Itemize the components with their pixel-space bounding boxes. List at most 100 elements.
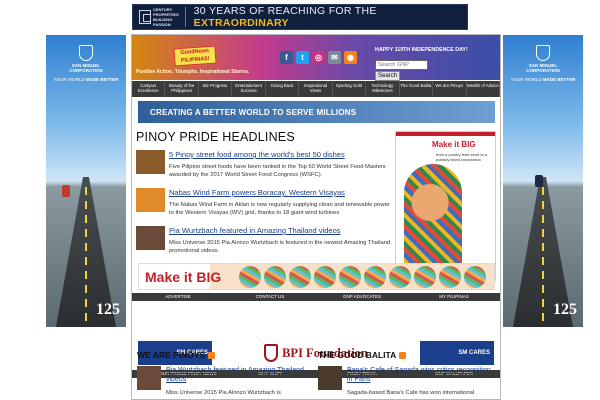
nav-item[interactable]: Campus Excellence bbox=[132, 81, 166, 97]
sm-cares-ad-right[interactable]: SM CARES bbox=[419, 341, 494, 365]
article-thumbnail[interactable] bbox=[136, 188, 165, 212]
we-are-pinoys-title: WE ARE PINOYS bbox=[137, 350, 216, 360]
good-balita-title: THE GOOD BALITA bbox=[318, 350, 407, 360]
mosaic-face-image bbox=[414, 266, 436, 288]
side-ad-left[interactable]: SAN MIGUEL CORPORATION YOUR WORLD MADE B… bbox=[46, 35, 126, 327]
category-nav: Campus Excellence Beauty of the Philippin… bbox=[132, 81, 500, 97]
make-it-big-ad[interactable]: Make it BIG from a poultry feed store to… bbox=[395, 131, 496, 281]
highway-lane-line bbox=[85, 187, 87, 327]
rss-icon[interactable]: ◉ bbox=[344, 51, 357, 64]
anniversary-mark: 125 bbox=[96, 301, 120, 318]
make-it-big-subtitle: from a poultry feed store to a publicly … bbox=[436, 152, 488, 162]
logo-line-2: PILIPINAS! bbox=[180, 55, 210, 64]
footer-link[interactable]: MY PILIPINAS bbox=[408, 293, 500, 301]
goodnews-pilipinas-logo[interactable]: GoodNews PILIPINAS! bbox=[173, 45, 217, 67]
sm-brand-line-2: CORPORATION bbox=[69, 68, 103, 73]
link-bar-top: ADVERTISE CONTACT US GNP ADVOCATES MY PILIP… bbox=[132, 293, 500, 301]
sm-tagline-bold: MADE BETTER bbox=[542, 77, 576, 82]
article-thumbnail[interactable] bbox=[136, 150, 165, 174]
san-miguel-logo: SAN MIGUEL CORPORATION YOUR WORLD MADE B… bbox=[503, 45, 583, 82]
mosaic-face-image bbox=[239, 266, 261, 288]
sm-tagline-prefix: YOUR WORLD bbox=[510, 77, 543, 82]
we-are-pinoys-article-text: Miss Universe 2015 Pia Alonzo Wurtzbach … bbox=[166, 390, 281, 396]
nav-item[interactable]: Beauty of the Philippines bbox=[165, 81, 199, 97]
highway-lane-line bbox=[542, 187, 544, 327]
mosaic-face-image bbox=[364, 266, 386, 288]
century-properties-mark-icon bbox=[139, 10, 151, 24]
independence-message: HAPPY 119TH INDEPENDENCE DAY! bbox=[375, 47, 468, 53]
nav-item[interactable]: Wealth of Advice bbox=[467, 81, 500, 97]
footer-link[interactable]: CONTACT US bbox=[224, 293, 316, 301]
make-it-big-wide-ad[interactable]: Make it BIG bbox=[138, 263, 495, 290]
nav-item[interactable]: We are Pinoys bbox=[433, 81, 467, 97]
rss-icon[interactable] bbox=[208, 352, 216, 360]
banner-message: 30 YEARS OF REACHING FOR THE EXTRAORDINA… bbox=[194, 5, 467, 29]
article-title-link[interactable]: Nabas Wind Farm powers Boracay, Western … bbox=[169, 188, 345, 197]
mosaic-portrait-image bbox=[404, 164, 462, 274]
good-balita-article-link[interactable]: Bana's Cafe of Sagada wins critics recog… bbox=[347, 366, 497, 384]
side-ad-right[interactable]: SAN MIGUEL CORPORATION YOUR WORLD MADE B… bbox=[503, 35, 583, 327]
sm-tagline-bold: MADE BETTER bbox=[85, 77, 119, 82]
instagram-icon[interactable]: ◎ bbox=[312, 51, 325, 64]
nav-item[interactable]: Giving Back bbox=[266, 81, 300, 97]
mosaic-face-image bbox=[289, 266, 311, 288]
article-title-link[interactable]: 5 Pinoy street food among the world's be… bbox=[169, 150, 345, 159]
century-properties-logo: CENTURY PROPERTIES BUILDING PASSION bbox=[139, 7, 186, 27]
headlines-title: PINOY PRIDE HEADLINES bbox=[136, 130, 295, 144]
promo-banner-text: CREATING A BETTER WORLD TO SERVE MILLION… bbox=[150, 107, 357, 117]
article-title-link[interactable]: Pia Wurtzbach featured in Amazing Thaila… bbox=[169, 226, 341, 235]
rss-icon[interactable] bbox=[399, 352, 407, 360]
nav-item[interactable]: Inspirational Views bbox=[299, 81, 333, 97]
sm-tagline: YOUR WORLD MADE BETTER bbox=[503, 77, 583, 82]
ad-accent-bar bbox=[396, 132, 495, 136]
car-image bbox=[535, 175, 543, 187]
good-balita-article-text: Sagada-based Bana's Cafe has won interna… bbox=[347, 390, 475, 396]
brand-line-3: BUILDING PASSION bbox=[152, 17, 173, 27]
make-it-big-title: Make it BIG bbox=[432, 140, 476, 149]
make-it-big-wide-text: Make it BIG bbox=[145, 269, 222, 285]
social-icons: f t ◎ ✉ ◉ bbox=[280, 51, 357, 64]
nav-item[interactable]: Entertainment Success bbox=[232, 81, 266, 97]
we-are-pinoys-thumbnail[interactable] bbox=[137, 366, 161, 390]
nav-item[interactable]: Sporting Gold bbox=[333, 81, 367, 97]
nav-item[interactable]: Biz Progress bbox=[199, 81, 233, 97]
site-tagline: Positive Action. Triumphs. Inspirational… bbox=[136, 69, 250, 75]
article-summary: The Nabas Wind Farm in Aklan is now regu… bbox=[169, 202, 390, 216]
good-balita-thumbnail[interactable] bbox=[318, 366, 342, 390]
car-image bbox=[62, 185, 70, 197]
mosaic-face-image bbox=[389, 266, 411, 288]
email-icon[interactable]: ✉ bbox=[328, 51, 341, 64]
headline-article: Pia Wurtzbach featured in Amazing Thaila… bbox=[136, 226, 391, 260]
we-are-pinoys-article-link[interactable]: Pia Wurtzbach featured in Amazing Thaila… bbox=[166, 366, 306, 384]
banner-message-highlight: EXTRAORDINARY bbox=[193, 17, 289, 29]
footer-link[interactable]: GNP ADVOCATES bbox=[316, 293, 408, 301]
nav-item[interactable]: The Good Balita bbox=[400, 81, 434, 97]
nav-item[interactable]: Technology Milestones bbox=[366, 81, 400, 97]
we-are-pinoys-title-text: WE ARE PINOYS bbox=[137, 350, 206, 360]
search-button[interactable]: Search bbox=[375, 71, 400, 81]
promo-banner[interactable]: CREATING A BETTER WORLD TO SERVE MILLION… bbox=[138, 101, 495, 123]
search-input[interactable] bbox=[375, 60, 428, 70]
facebook-icon[interactable]: f bbox=[280, 51, 293, 64]
good-balita-title-text: THE GOOD BALITA bbox=[318, 350, 397, 360]
article-summary: Five Pilipino street foods have been ran… bbox=[169, 164, 386, 178]
san-miguel-crest-icon bbox=[536, 45, 550, 61]
top-banner-ad[interactable]: CENTURY PROPERTIES BUILDING PASSION 30 Y… bbox=[132, 4, 468, 30]
main-column: GoodNews PILIPINAS! Positive Action. Tri… bbox=[131, 34, 501, 400]
site-header: GoodNews PILIPINAS! Positive Action. Tri… bbox=[132, 35, 500, 81]
headline-article: 5 Pinoy street food among the world's be… bbox=[136, 150, 391, 184]
footer-link[interactable]: ADVERTISE bbox=[132, 293, 224, 301]
banner-message-lead: 30 YEARS OF REACHING FOR THE bbox=[193, 5, 377, 17]
mosaic-faces bbox=[239, 266, 486, 288]
article-thumbnail[interactable] bbox=[136, 226, 165, 250]
headline-article: Nabas Wind Farm powers Boracay, Western … bbox=[136, 188, 391, 222]
san-miguel-logo: SAN MIGUEL CORPORATION YOUR WORLD MADE B… bbox=[46, 45, 126, 82]
mosaic-face-image bbox=[314, 266, 336, 288]
sm-tagline-prefix: YOUR WORLD bbox=[53, 77, 86, 82]
article-summary: Miss Universe 2015 Pia Alonzo Wurtzbach … bbox=[169, 240, 391, 254]
bpi-crest-icon bbox=[264, 344, 279, 362]
mosaic-face-image bbox=[264, 266, 286, 288]
mosaic-face-image bbox=[339, 266, 361, 288]
sm-tagline: YOUR WORLD MADE BETTER bbox=[46, 77, 126, 82]
twitter-icon[interactable]: t bbox=[296, 51, 309, 64]
